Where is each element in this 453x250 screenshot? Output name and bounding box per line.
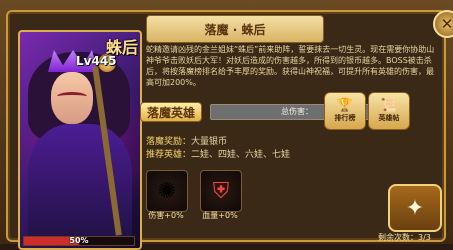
fire-icon: ✺: [157, 178, 177, 204]
close-icon: ✕: [440, 15, 453, 33]
hp-boost-label: 血量+0%: [202, 211, 238, 220]
challenge-title: 落魔英雄: [140, 102, 202, 122]
dialog-panel: 落魔 · 蛛后 ✕ 蛛后 Lv445 50% 蛇精邀请凶残的金兰姐妹“蛛后”前来…: [6, 10, 453, 250]
close-button[interactable]: ✕: [433, 10, 453, 38]
reward-info: 落魔奖励：大量银币 推荐英雄：二娃、四娃、六娃、七娃: [146, 137, 291, 160]
shield-icon: ⛨: [212, 178, 230, 204]
boss-level: Lv445: [76, 54, 117, 68]
hp-boost-item[interactable]: ⛨: [200, 170, 242, 212]
boss-hp-bar: 50%: [23, 236, 135, 246]
damage-boost-label: 伤害+0%: [148, 211, 184, 220]
fight-button[interactable]: ✦: [388, 184, 442, 232]
rank-button[interactable]: 🏆 排行榜: [324, 92, 366, 130]
remaining-count: 剩余次数：3/3: [378, 233, 431, 242]
hero-button[interactable]: 📜 英雄帖: [368, 92, 410, 130]
scroll-icon: 📜: [380, 98, 398, 113]
damage-label: 总伤害：: [281, 107, 313, 116]
damage-boost-item[interactable]: ✺: [146, 170, 188, 212]
trophy-icon: 🏆: [336, 98, 354, 113]
sword-icon: ✦: [405, 195, 425, 221]
boss-portrait: 蛛后 Lv445 50%: [18, 30, 142, 250]
dialog-title: 落魔 · 蛛后: [146, 15, 324, 43]
boss-description: 蛇精邀请凶残的金兰姐妹“蛛后”前来助阵，誓要抹去一切生灵。现在需要你协助山神爷爷…: [146, 45, 435, 87]
